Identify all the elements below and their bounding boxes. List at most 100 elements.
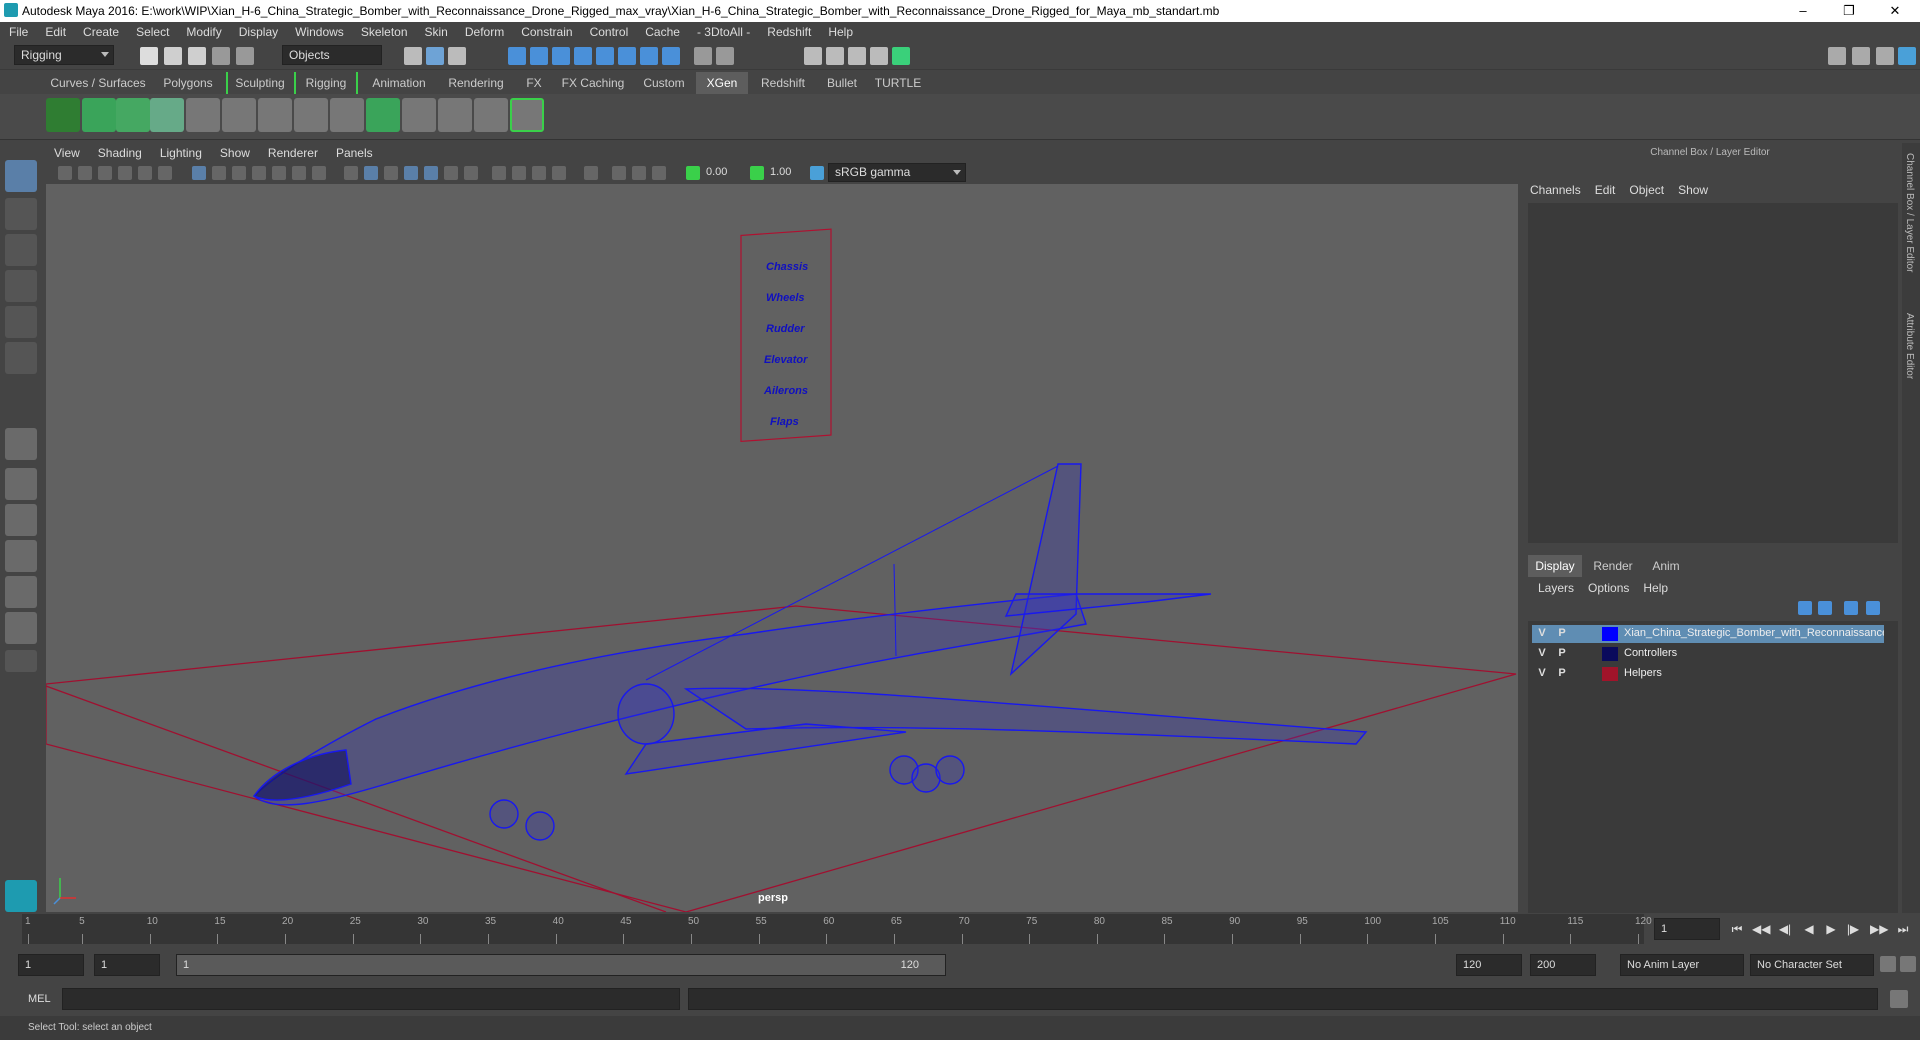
menu-3dtoall[interactable]: - 3DtoAll -	[688, 22, 758, 39]
move-layer-up-icon[interactable]	[1798, 601, 1812, 615]
step-back-frame-icon[interactable]: ◀◀	[1752, 922, 1770, 936]
layer-playback-toggle[interactable]: P	[1556, 667, 1568, 679]
auto-key-icon[interactable]	[1880, 956, 1896, 972]
snap-live-icon[interactable]	[596, 47, 614, 65]
motion-blur-icon[interactable]	[512, 166, 526, 180]
snap-view-plane-icon[interactable]	[574, 47, 592, 65]
render-view-icon[interactable]	[804, 47, 822, 65]
menu-constrain[interactable]: Constrain	[512, 22, 580, 39]
side-tab-channel-box[interactable]: Channel Box / Layer Editor	[1904, 153, 1915, 273]
menu-edit[interactable]: Edit	[36, 22, 74, 39]
snap-question-icon[interactable]	[662, 47, 680, 65]
menu-windows[interactable]: Windows	[286, 22, 352, 39]
snap-curve-icon[interactable]	[530, 47, 548, 65]
layer-row[interactable]: V P Helpers	[1532, 665, 1884, 683]
lock-icon[interactable]	[694, 47, 712, 65]
camera-attributes-icon[interactable]	[78, 166, 92, 180]
menuset-dropdown[interactable]: Rigging	[14, 45, 114, 65]
move-tool-icon[interactable]	[5, 270, 37, 302]
menu-modify[interactable]: Modify	[177, 22, 229, 39]
xgen-preview-icon[interactable]	[82, 98, 116, 132]
vp-menu-shading[interactable]: Shading	[88, 143, 150, 160]
shelf-tab-curves[interactable]: Curves / Surfaces	[44, 72, 152, 94]
vp-menu-view[interactable]: View	[44, 143, 88, 160]
menu-deform[interactable]: Deform	[456, 22, 512, 39]
xray-icon[interactable]	[612, 166, 626, 180]
isolate-select-icon[interactable]	[584, 166, 598, 180]
le-menu-layers[interactable]: Layers	[1538, 581, 1588, 595]
shelf-tab-turtle[interactable]: TURTLE	[870, 72, 926, 94]
xgen-place-guide-icon[interactable]	[186, 98, 220, 132]
move-layer-down-icon[interactable]	[1818, 601, 1832, 615]
controller-label-ailerons[interactable]: Ailerons	[763, 385, 808, 397]
xgen-bend-icon[interactable]	[330, 98, 364, 132]
open-scene-icon[interactable]	[164, 47, 182, 65]
ipr-render-icon[interactable]	[848, 47, 866, 65]
gamma-value[interactable]: 1.00	[770, 166, 791, 178]
grid-toggle-icon[interactable]	[192, 166, 206, 180]
two-pane-side-layout-icon[interactable]	[5, 504, 37, 536]
backface-icon[interactable]	[652, 166, 666, 180]
snap-grid-icon[interactable]	[508, 47, 526, 65]
channel-box-area[interactable]	[1528, 203, 1898, 543]
select-tool-icon[interactable]	[5, 160, 37, 192]
shelf-tab-bullet[interactable]: Bullet	[818, 72, 866, 94]
shelf-tab-animation[interactable]: Animation	[362, 72, 436, 94]
xgen-cut-icon[interactable]	[402, 98, 436, 132]
time-slider[interactable]: 1 5 10 15 20 25 30 35 40 45 50 55 60 65 70 75 80 85 90 95 10…	[0, 914, 1920, 946]
xgen-clump-icon[interactable]	[438, 98, 472, 132]
close-button[interactable]: ✕	[1872, 0, 1918, 22]
new-scene-icon[interactable]	[140, 47, 158, 65]
controller-label-elevator[interactable]: Elevator	[764, 354, 808, 366]
image-plane-icon[interactable]	[118, 166, 132, 180]
cb-menu-object[interactable]: Object	[1629, 183, 1678, 197]
start-time-field[interactable]: 1	[18, 954, 84, 976]
layer-visibility-toggle[interactable]: V	[1536, 667, 1548, 679]
le-menu-help[interactable]: Help	[1643, 581, 1682, 595]
le-menu-options[interactable]: Options	[1588, 581, 1643, 595]
select-component-icon[interactable]	[448, 47, 466, 65]
attribute-toggle-icon[interactable]	[1876, 47, 1894, 65]
step-back-key-icon[interactable]: ◀|	[1778, 922, 1792, 936]
color-space-dropdown[interactable]: sRGB gamma	[828, 163, 966, 182]
safe-title-icon[interactable]	[312, 166, 326, 180]
camera-select-icon[interactable]	[58, 166, 72, 180]
layer-tab-render[interactable]: Render	[1586, 555, 1640, 577]
shelf-tab-fx-caching[interactable]: FX Caching	[556, 72, 630, 94]
controller-label-chassis[interactable]: Chassis	[766, 261, 808, 273]
select-object-icon[interactable]	[426, 47, 444, 65]
menu-display[interactable]: Display	[230, 22, 286, 39]
playback-end-field[interactable]: 120	[1456, 954, 1522, 976]
exposure-icon[interactable]	[686, 166, 700, 180]
layer-playback-toggle[interactable]: P	[1556, 627, 1568, 639]
save-scene-icon[interactable]	[188, 47, 206, 65]
gate-mask-icon[interactable]	[252, 166, 266, 180]
field-chart-icon[interactable]	[272, 166, 286, 180]
xgen-layers-icon[interactable]	[366, 98, 400, 132]
bookmark-icon[interactable]	[98, 166, 112, 180]
ambient-occlusion-icon[interactable]	[492, 166, 506, 180]
grease-pencil-icon[interactable]	[158, 166, 172, 180]
anim-layer-dropdown[interactable]: No Anim Layer	[1620, 954, 1744, 976]
menu-select[interactable]: Select	[127, 22, 177, 39]
workspace-icon[interactable]	[1828, 47, 1846, 65]
menu-control[interactable]: Control	[581, 22, 637, 39]
viewport-persp[interactable]: Chassis Wheels Rudder Elevator Ailerons …	[46, 184, 1518, 912]
menu-skin[interactable]: Skin	[416, 22, 456, 39]
new-layer-selected-icon[interactable]	[1866, 601, 1880, 615]
xgen-groom-icon[interactable]	[150, 98, 184, 132]
safe-action-icon[interactable]	[292, 166, 306, 180]
layer-playback-toggle[interactable]: P	[1556, 647, 1568, 659]
command-language-label[interactable]: MEL	[28, 993, 51, 1005]
depth-of-field-icon[interactable]	[552, 166, 566, 180]
xgen-description-icon[interactable]	[116, 98, 150, 132]
vp-menu-lighting[interactable]: Lighting	[150, 143, 210, 160]
controller-label-wheels[interactable]: Wheels	[766, 292, 805, 304]
bomber-wireframe-model[interactable]	[252, 463, 1368, 841]
xgen-lock-guide-icon[interactable]	[294, 98, 328, 132]
history-icon[interactable]	[716, 47, 734, 65]
xgen-noise-icon[interactable]	[474, 98, 508, 132]
two-d-pan-icon[interactable]	[138, 166, 152, 180]
select-hierarchy-icon[interactable]	[404, 47, 422, 65]
default-material-icon[interactable]	[384, 166, 398, 180]
